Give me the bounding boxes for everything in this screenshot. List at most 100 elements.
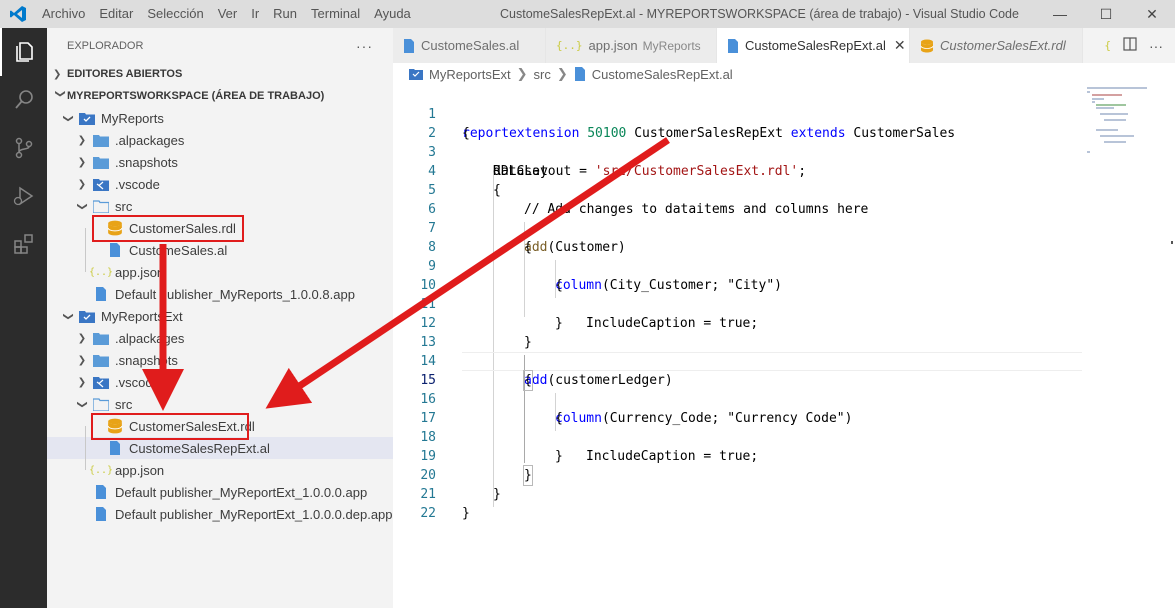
- tab-customesalesrepext-al[interactable]: CustomeSalesRepExt.al ✕: [717, 28, 910, 63]
- tree-item-label: .vscode: [115, 374, 160, 390]
- code-line: 10{: [420, 278, 563, 293]
- tree-item[interactable]: {..} app.json: [47, 459, 393, 481]
- code-line: 3 RDLCLayout = 'src/CustomerSalesExt.rdl…: [428, 145, 807, 179]
- code-line: 12}: [420, 316, 563, 331]
- code-line: 9 column(City_Customer; "City"): [428, 259, 782, 293]
- breadcrumb: MyReportsExt ❯ src ❯ CustomeSalesRepExt.…: [393, 63, 1175, 85]
- menu-ir[interactable]: Ir: [244, 0, 266, 28]
- tree-item[interactable]: ❯ .vscode: [47, 173, 393, 195]
- code-line: 4 dataset: [428, 164, 548, 179]
- tree-item[interactable]: ❯ src: [47, 393, 393, 415]
- tab-label: app.json: [588, 38, 638, 53]
- open-editors-section[interactable]: ❯ EDITORES ABIERTOS: [47, 63, 393, 85]
- database-icon: [107, 418, 123, 434]
- folder-icon: [93, 352, 109, 368]
- tree-item[interactable]: ❯ .snapshots: [47, 151, 393, 173]
- window-controls: — ☐ ✕: [1037, 0, 1175, 28]
- tab-label: CustomeSalesRepExt.al: [745, 38, 886, 53]
- source-control-icon[interactable]: [0, 124, 47, 172]
- tree-item[interactable]: ❯ src: [47, 195, 393, 217]
- tree-item[interactable]: {..} app.json: [47, 261, 393, 283]
- close-tab-icon[interactable]: ✕: [894, 37, 906, 54]
- tree-item[interactable]: ❯ .alpackages: [47, 327, 393, 349]
- tree-item-label: .vscode: [115, 176, 160, 192]
- tree-item-label: app.json: [115, 462, 165, 478]
- menu-seleccion[interactable]: Selección: [140, 0, 210, 28]
- chevron-right-icon: ❯: [77, 134, 87, 146]
- tree-item-label: MyReportsExt: [101, 308, 183, 324]
- menu-ayuda[interactable]: Ayuda: [367, 0, 418, 28]
- explorer-icon[interactable]: [0, 28, 47, 76]
- tree-item-label: src: [115, 396, 133, 412]
- chevron-right-icon: ❯: [516, 66, 528, 81]
- menu-terminal[interactable]: Terminal: [304, 0, 367, 28]
- breadcrumb-item[interactable]: MyReportsExt: [429, 67, 511, 82]
- chevron-down-icon: ❯: [62, 311, 74, 321]
- tree-item[interactable]: ❯ MyReportsExt: [47, 305, 393, 327]
- tree-item[interactable]: CustomerSales.rdl: [47, 217, 393, 239]
- code-line: 1 reportextension 50100 CustomerSalesRep…: [428, 107, 956, 141]
- explorer-title: EXPLORADOR: [67, 39, 144, 52]
- menu-archivo[interactable]: Archivo: [35, 0, 92, 28]
- activity-bar: [0, 28, 47, 608]
- folder-open-icon: [93, 396, 109, 412]
- tree-item-label: .snapshots: [115, 154, 178, 170]
- tab-customesales-al[interactable]: CustomeSales.al: [393, 28, 546, 63]
- tree-item[interactable]: ❯ .snapshots: [47, 349, 393, 371]
- menu-run[interactable]: Run: [266, 0, 304, 28]
- tree-item-label: .alpackages: [115, 132, 185, 148]
- tree-item[interactable]: Default publisher_MyReports_1.0.0.8.app: [47, 283, 393, 305]
- search-icon[interactable]: [0, 76, 47, 124]
- tab-app-json[interactable]: {..} app.json MyReports: [546, 28, 717, 63]
- chevron-right-icon: ❯: [77, 178, 87, 190]
- title-bar: Archivo Editar Selección Ver Ir Run Term…: [0, 0, 1175, 28]
- tree-item[interactable]: Default publisher_MyReportExt_1.0.0.0.de…: [47, 503, 393, 525]
- menu-ver[interactable]: Ver: [211, 0, 245, 28]
- workspace-section[interactable]: ❯ MYREPORTSWORKSPACE (ÁREA DE TRABAJO): [47, 85, 393, 107]
- tree-item[interactable]: Default publisher_MyReportExt_1.0.0.0.ap…: [47, 481, 393, 503]
- close-window-icon[interactable]: ✕: [1129, 0, 1175, 28]
- tab-customersalesext-rdl[interactable]: CustomerSalesExt.rdl: [910, 28, 1083, 63]
- folder-project-icon: [79, 110, 95, 126]
- extensions-icon[interactable]: [0, 220, 47, 268]
- file-icon: [403, 38, 415, 53]
- database-icon: [107, 220, 123, 236]
- run-debug-icon[interactable]: [0, 172, 47, 220]
- tree-item[interactable]: CustomeSales.al: [47, 239, 393, 261]
- minimap[interactable]: [1083, 85, 1175, 608]
- code-editor[interactable]: 1 reportextension 50100 CustomerSalesRep…: [393, 85, 1083, 608]
- file-icon: [574, 67, 586, 81]
- database-icon: [920, 39, 934, 53]
- menu-editar[interactable]: Editar: [92, 0, 140, 28]
- open-editors-label: EDITORES ABIERTOS: [67, 68, 183, 80]
- folder-icon: [93, 330, 109, 346]
- code-line: 20}: [420, 465, 533, 486]
- json-icon: {..}: [88, 464, 114, 476]
- minimize-icon[interactable]: —: [1037, 0, 1083, 28]
- tree-item[interactable]: CustomeSalesRepExt.al: [47, 437, 393, 459]
- file-icon: [107, 440, 123, 456]
- split-editor-icon[interactable]: [1123, 37, 1137, 54]
- folder-project-icon: [79, 308, 95, 324]
- breadcrumb-item[interactable]: src: [534, 67, 551, 82]
- chevron-right-icon: ❯: [77, 376, 87, 388]
- tab-label: CustomeSales.al: [421, 38, 520, 53]
- file-icon: [93, 506, 109, 522]
- tree-item-label: src: [115, 198, 133, 214]
- code-line: 18 IncludeCaption = true;: [420, 430, 759, 464]
- tree-item[interactable]: ❯ MyReports: [47, 107, 393, 129]
- window-title: CustomeSalesRepExt.al - MYREPORTSWORKSPA…: [500, 7, 1019, 21]
- code-line: 14 add(customerLedger): [420, 354, 673, 388]
- tree-item-label: .snapshots: [115, 352, 178, 368]
- tree-item[interactable]: CustomerSalesExt.rdl: [47, 415, 393, 437]
- maximize-icon[interactable]: ☐: [1083, 0, 1129, 28]
- file-icon: [107, 242, 123, 258]
- tree-item[interactable]: ❯ .vscode: [47, 371, 393, 393]
- tree-item-label: Default publisher_MyReportExt_1.0.0.0.ap…: [115, 484, 368, 500]
- more-actions-icon[interactable]: ···: [1149, 38, 1163, 54]
- more-actions-icon[interactable]: ···: [356, 38, 373, 54]
- breadcrumb-item[interactable]: CustomeSalesRepExt.al: [592, 67, 733, 82]
- chevron-right-icon: ❯: [77, 156, 87, 168]
- tree-item[interactable]: ❯ .alpackages: [47, 129, 393, 151]
- chevron-right-icon: ❯: [77, 354, 87, 366]
